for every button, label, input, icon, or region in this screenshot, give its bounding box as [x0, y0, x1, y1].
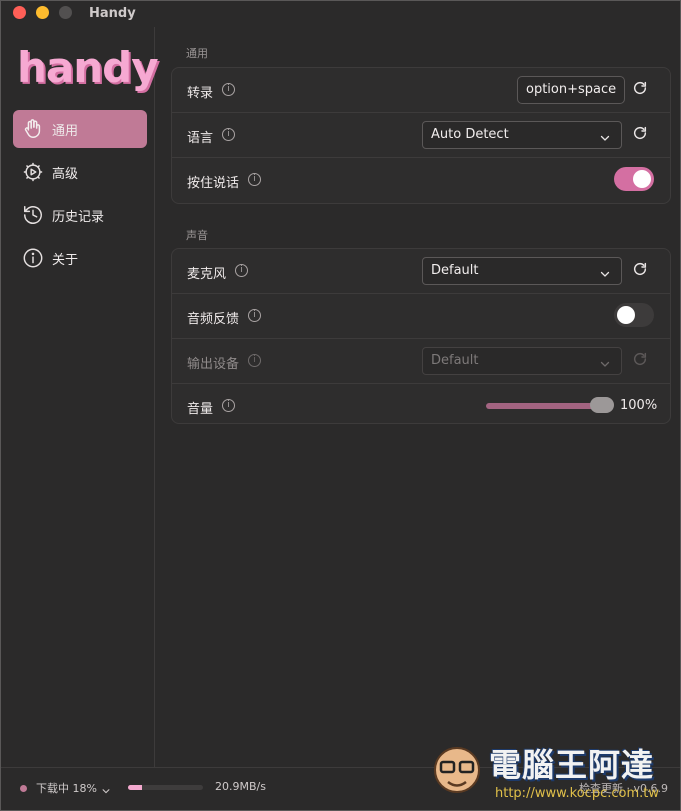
microphone-select[interactable]: Default [422, 257, 622, 285]
language-value: Auto Detect [431, 127, 509, 142]
audio-feedback-label: 音频反馈 [187, 312, 240, 327]
microphone-label: 麦克风 [187, 267, 227, 282]
info-icon[interactable]: i [248, 354, 261, 367]
push-to-talk-toggle[interactable] [614, 167, 654, 191]
microphone-row: 麦克风 i Default [172, 249, 670, 294]
sidebar-item-history[interactable]: 历史记录 [13, 196, 147, 234]
close-window-button[interactable] [13, 6, 26, 19]
audio-feedback-row: 音频反馈 i [172, 294, 670, 339]
app-logo: handy [17, 43, 159, 92]
sound-settings-card: 麦克风 i Default 音频反馈 i 输出设备 i Default 音量 i… [171, 248, 671, 424]
microphone-value: Default [431, 263, 479, 278]
reset-icon[interactable] [632, 125, 648, 141]
settings-main: 通用 转录 i option+space 语言 i Auto Detect 按住… [155, 27, 680, 767]
output-device-label: 输出设备 [187, 357, 240, 372]
info-icon[interactable]: i [222, 128, 235, 141]
transcribe-row: 转录 i option+space [172, 68, 670, 113]
status-bar: 下载中 18% 20.9MB/s 检查更新 · v0.6.9 [1, 767, 680, 810]
info-icon[interactable]: i [222, 83, 235, 96]
language-label: 语言 [187, 131, 214, 146]
chevron-down-icon [599, 264, 611, 290]
download-progress-bar [128, 785, 203, 790]
info-icon[interactable]: i [248, 173, 261, 186]
reset-icon[interactable] [632, 80, 648, 96]
download-progress-fill [128, 785, 142, 790]
chevron-down-icon [599, 128, 611, 154]
sidebar-item-about[interactable]: 关于 [13, 239, 147, 277]
maximize-window-button[interactable] [59, 6, 72, 19]
language-row: 语言 i Auto Detect [172, 113, 670, 158]
push-to-talk-label: 按住说话 [187, 176, 240, 191]
download-status-text: 下载中 18% [36, 782, 97, 795]
section-title-sound: 声音 [186, 229, 208, 242]
sidebar-item-label: 高级 [52, 166, 79, 182]
section-title-general: 通用 [186, 47, 208, 60]
volume-slider-track[interactable] [486, 403, 604, 409]
download-speed: 20.9MB/s [215, 780, 266, 793]
output-device-value: Default [431, 353, 479, 368]
audio-feedback-toggle[interactable] [614, 303, 654, 327]
check-update-link[interactable]: 检查更新 · v0.6.9 [579, 780, 668, 796]
download-status-dot [20, 785, 27, 792]
info-icon[interactable]: i [235, 264, 248, 277]
sidebar-item-label: 历史记录 [52, 209, 105, 225]
history-icon [21, 203, 45, 227]
sidebar: handy 通用 高级 历史记录 关于 [1, 27, 159, 810]
sidebar-item-label: 通用 [52, 123, 79, 139]
info-icon[interactable]: i [222, 399, 235, 412]
title-bar: Handy [1, 1, 680, 27]
transcribe-label: 转录 [187, 86, 214, 101]
toggle-knob [633, 170, 651, 188]
sidebar-item-advanced[interactable]: 高级 [13, 153, 147, 191]
hand-icon [21, 117, 45, 141]
gear-play-icon [21, 160, 45, 184]
output-device-row: 输出设备 i Default [172, 339, 670, 384]
info-icon[interactable]: i [248, 309, 261, 322]
minimize-window-button[interactable] [36, 6, 49, 19]
info-icon [21, 246, 45, 270]
window-title: Handy [89, 6, 136, 21]
volume-slider-thumb[interactable] [590, 397, 614, 413]
volume-row: 音量 i 100% [172, 384, 670, 429]
reset-icon[interactable] [632, 261, 648, 277]
volume-value: 100% [620, 398, 658, 413]
output-device-select[interactable]: Default [422, 347, 622, 375]
chevron-down-icon [599, 354, 611, 380]
app-window: Handy handy 通用 高级 历史记录 关于 通用 转录 i option… [0, 0, 681, 811]
reset-icon[interactable] [632, 351, 648, 367]
volume-label: 音量 [187, 402, 214, 417]
shortcut-field[interactable]: option+space [517, 76, 626, 104]
push-to-talk-row: 按住说话 i [172, 158, 670, 203]
toggle-knob [617, 306, 635, 324]
general-settings-card: 转录 i option+space 语言 i Auto Detect 按住说话 … [171, 67, 671, 204]
language-select[interactable]: Auto Detect [422, 121, 622, 149]
sidebar-item-general[interactable]: 通用 [13, 110, 147, 148]
sidebar-item-label: 关于 [52, 252, 79, 268]
chevron-down-icon[interactable] [101, 781, 111, 800]
